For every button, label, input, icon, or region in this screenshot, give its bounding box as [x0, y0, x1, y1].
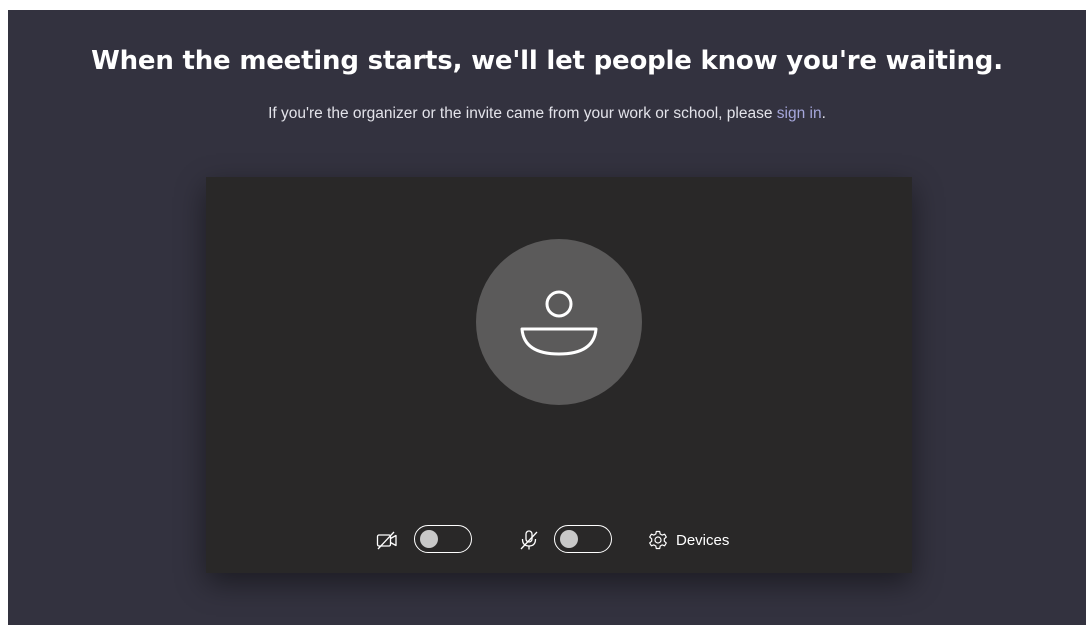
sign-in-prompt-text: If you're the organizer or the invite ca… [268, 105, 777, 122]
page-title: When the meeting starts, we'll let peopl… [91, 46, 1003, 76]
microphone-toggle[interactable] [554, 525, 612, 553]
mic-off-icon[interactable] [518, 529, 540, 551]
gear-icon [649, 530, 667, 550]
sign-in-link[interactable]: sign in [777, 105, 822, 122]
devices-button[interactable]: Devices [648, 527, 729, 553]
avatar [476, 239, 642, 405]
devices-label: Devices [676, 531, 730, 549]
device-controls: Devices [206, 523, 912, 557]
sign-in-prompt-period: . [821, 105, 826, 122]
sign-in-prompt: If you're the organizer or the invite ca… [8, 105, 1086, 123]
microphone-toggle-knob [560, 530, 578, 548]
camera-toggle-knob [420, 530, 438, 548]
camera-toggle[interactable] [414, 525, 472, 553]
video-preview: Devices [206, 177, 912, 573]
pre-join-screen: When the meeting starts, we'll let peopl… [8, 10, 1086, 625]
person-icon [520, 290, 598, 356]
camera-off-icon[interactable] [376, 529, 398, 551]
